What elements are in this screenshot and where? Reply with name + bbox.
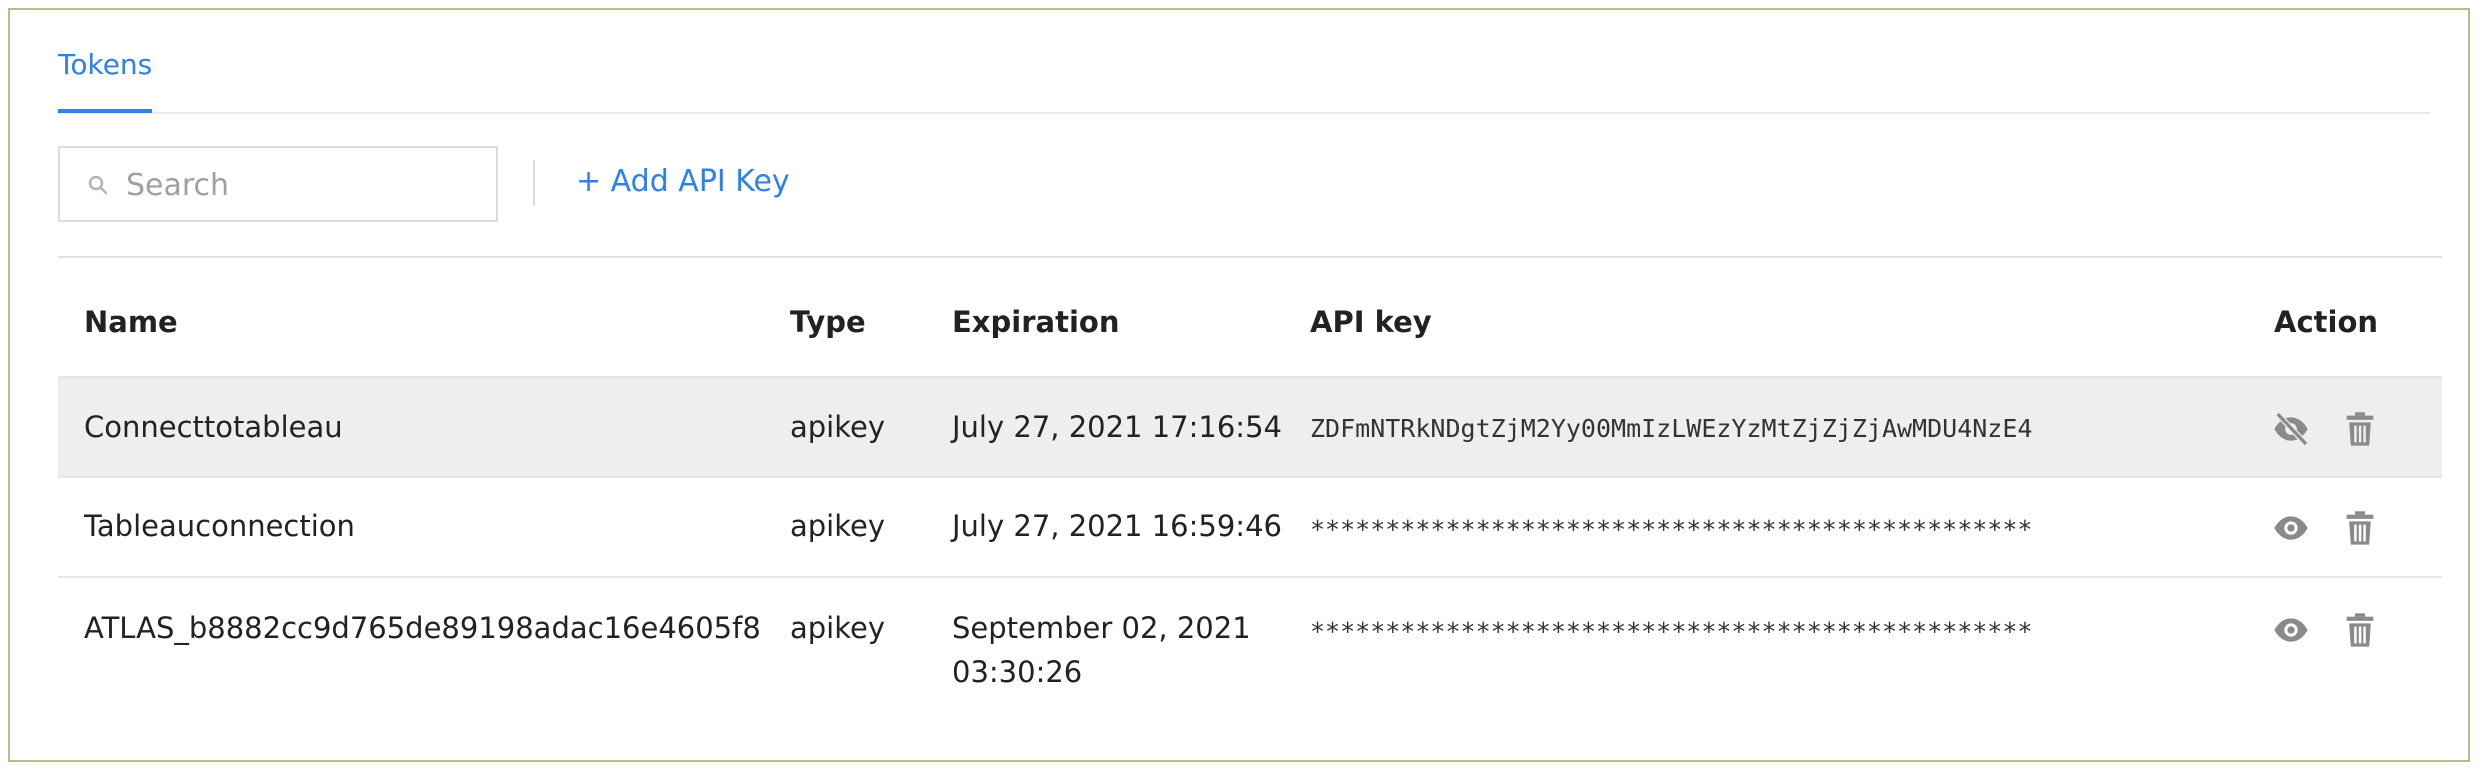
add-api-key-button[interactable]: + Add API Key bbox=[576, 164, 790, 199]
column-header-api-key: API key bbox=[1310, 305, 1432, 339]
token-api-key: ****************************************… bbox=[1310, 515, 2033, 544]
search-input[interactable] bbox=[124, 162, 478, 208]
tab-bar: Tokens bbox=[58, 10, 2430, 114]
tokens-table: Name Type Expiration API key Action Conn… bbox=[58, 256, 2442, 698]
token-name: ATLAS_b8882cc9d765de89198adac16e4605f8 bbox=[84, 611, 761, 645]
column-header-type: Type bbox=[790, 305, 866, 339]
token-expiration: July 27, 2021 17:16:54 bbox=[952, 410, 1282, 444]
eye-icon[interactable] bbox=[2271, 610, 2311, 650]
tokens-panel: Tokens + Add API Key Name Type Expiratio… bbox=[8, 8, 2470, 762]
tab-tokens[interactable]: Tokens bbox=[58, 48, 153, 113]
token-type: apikey bbox=[790, 410, 886, 444]
token-api-key: ZDFmNTRkNDgtZjM2Yy00MmIzLWEzYzMtZjZjZjAw… bbox=[1310, 414, 2033, 443]
eye-off-icon[interactable] bbox=[2271, 409, 2311, 449]
token-expiration-date: September 02, 2021 bbox=[952, 611, 1251, 645]
table-row[interactable]: ATLAS_b8882cc9d765de89198adac16e4605f8 a… bbox=[58, 578, 2442, 698]
toolbar: + Add API Key bbox=[58, 146, 2430, 266]
token-type: apikey bbox=[790, 611, 886, 645]
table-header: Name Type Expiration API key Action bbox=[58, 258, 2442, 379]
toolbar-divider bbox=[533, 160, 535, 206]
search-icon bbox=[86, 173, 110, 197]
token-type: apikey bbox=[790, 509, 886, 543]
trash-icon[interactable] bbox=[2340, 508, 2380, 548]
token-expiration: July 27, 2021 16:59:46 bbox=[952, 509, 1282, 543]
token-name: Connecttotableau bbox=[84, 410, 343, 444]
table-row[interactable]: Connecttotableau apikey July 27, 2021 17… bbox=[58, 379, 2442, 478]
trash-icon[interactable] bbox=[2340, 409, 2380, 449]
eye-icon[interactable] bbox=[2271, 508, 2311, 548]
column-header-action: Action bbox=[2274, 305, 2379, 339]
search-box[interactable] bbox=[58, 146, 498, 222]
token-name: Tableauconnection bbox=[84, 509, 355, 543]
column-header-expiration: Expiration bbox=[952, 305, 1120, 339]
trash-icon[interactable] bbox=[2340, 610, 2380, 650]
token-api-key: ****************************************… bbox=[1310, 617, 2033, 646]
column-header-name: Name bbox=[84, 305, 178, 339]
table-row[interactable]: Tableauconnection apikey July 27, 2021 1… bbox=[58, 478, 2442, 578]
token-expiration-time: 03:30:26 bbox=[952, 655, 1083, 689]
